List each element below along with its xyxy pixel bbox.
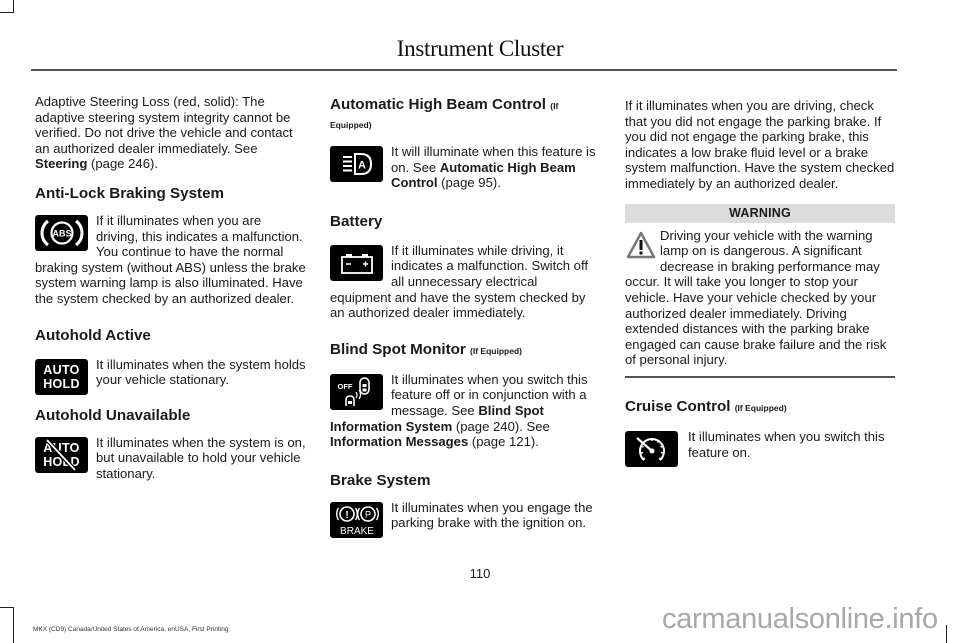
battery-heading: Battery	[330, 212, 383, 230]
warning-box: WARNING Driving your vehicle with the wa…	[625, 203, 895, 378]
svg-text:A: A	[358, 160, 366, 172]
right-column: If it illuminates when you are driving, …	[625, 94, 895, 469]
left-column: Adaptive Steering Loss (red, solid): The…	[35, 94, 307, 481]
svg-text:OFF: OFF	[337, 382, 352, 391]
svg-text:BRAKE: BRAKE	[340, 526, 374, 537]
autohold-unavailable-heading: Autohold Unavailable	[35, 406, 191, 424]
auto-high-beam-section: A It will illuminate when this feature i…	[330, 144, 602, 191]
autohold-active-icon: AUTO HOLD	[35, 358, 88, 395]
page-header-title: Instrument Cluster	[396, 36, 564, 61]
adaptive-steering-paragraph: Adaptive Steering Loss (red, solid): The…	[35, 94, 293, 172]
auto-high-beam-heading: Automatic High Beam Control (If Equipped…	[330, 96, 559, 130]
cruise-control-heading: Cruise Control (If Equipped)	[625, 397, 787, 415]
autohold-unavailable-section: AUTO HOLD It illuminates when the system…	[35, 435, 307, 482]
blind-spot-heading: Blind Spot Monitor (If Equipped)	[330, 340, 522, 358]
auto-high-beam-icon: A	[330, 146, 383, 182]
crop-mark-top-left-v	[13, 0, 14, 12]
middle-column: Automatic High Beam Control (If Equipped…	[330, 94, 602, 540]
info-messages-link[interactable]: Information Messages	[330, 434, 468, 449]
crop-mark-bottom-left-h	[0, 607, 14, 608]
abs-section: ABS If it illuminates when you are drivi…	[35, 213, 307, 307]
header-divider	[31, 69, 897, 71]
warning-body: Driving your vehicle with the warning la…	[625, 228, 895, 368]
abs-heading: Anti-Lock Braking System	[35, 184, 225, 202]
svg-text:!: !	[345, 510, 348, 521]
battery-icon	[330, 244, 383, 281]
svg-text:P: P	[364, 509, 370, 519]
battery-section: If it illuminates while driving, it indi…	[330, 243, 602, 321]
edition-footer: MKX (CD9) Canada/United States of Americ…	[33, 626, 229, 633]
steering-link[interactable]: Steering	[35, 156, 87, 171]
warning-title: WARNING	[625, 203, 895, 223]
autohold-active-section: AUTO HOLD It illuminates when the system…	[35, 357, 307, 397]
autohold-active-heading: Autohold Active	[35, 326, 151, 344]
cruise-control-section: It illuminates when you switch this feat…	[625, 429, 895, 467]
svg-text:ABS: ABS	[52, 228, 71, 238]
cruise-control-speedometer-icon	[625, 430, 678, 467]
brake-system-heading: Brake System	[330, 471, 431, 489]
crop-mark-bottom-right-v	[946, 625, 947, 643]
brake-warning-icon: ! P BRAKE	[330, 501, 383, 538]
warning-text: Driving your vehicle with the warning la…	[625, 227, 887, 368]
page-number: 110	[469, 566, 491, 581]
autohold-unavailable-icon: AUTO HOLD	[35, 436, 88, 473]
warning-bottom-rule	[625, 375, 895, 378]
blind-spot-off-icon: OFF	[330, 373, 383, 410]
warning-triangle-icon	[625, 230, 657, 260]
crop-mark-bottom-left-v	[13, 607, 14, 643]
brake-system-section: ! P BRAKE It illuminates when you engage…	[330, 500, 602, 540]
watermark: carmanualsonline.info	[662, 603, 938, 635]
blind-spot-section: OFF It illuminates when you switch this …	[330, 372, 602, 450]
brake-driving-paragraph: If it illuminates when you are driving, …	[625, 98, 895, 191]
crop-mark-top-left-h	[0, 12, 14, 13]
abs-warning-icon: ABS	[35, 214, 88, 251]
strike-through-icon	[45, 438, 77, 471]
